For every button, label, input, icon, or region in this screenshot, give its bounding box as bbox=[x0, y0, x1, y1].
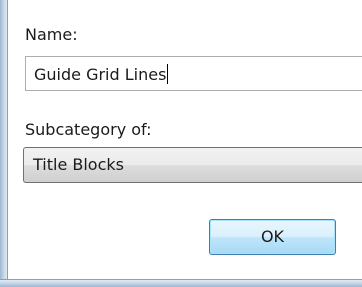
window-frame-left bbox=[0, 0, 8, 287]
name-input[interactable]: Guide Grid Lines bbox=[25, 56, 362, 91]
name-input-value: Guide Grid Lines bbox=[34, 65, 167, 84]
dialog-body: Name: Guide Grid Lines Subcategory of: T… bbox=[8, 0, 362, 279]
subcategory-label: Subcategory of: bbox=[25, 120, 152, 139]
window-frame-bottom bbox=[0, 279, 362, 287]
subcategory-selected-value: Title Blocks bbox=[33, 155, 124, 174]
ok-button[interactable]: OK bbox=[209, 219, 336, 255]
name-label: Name: bbox=[25, 25, 78, 44]
subcategory-dropdown[interactable]: Title Blocks bbox=[23, 147, 362, 183]
text-caret bbox=[167, 64, 169, 84]
